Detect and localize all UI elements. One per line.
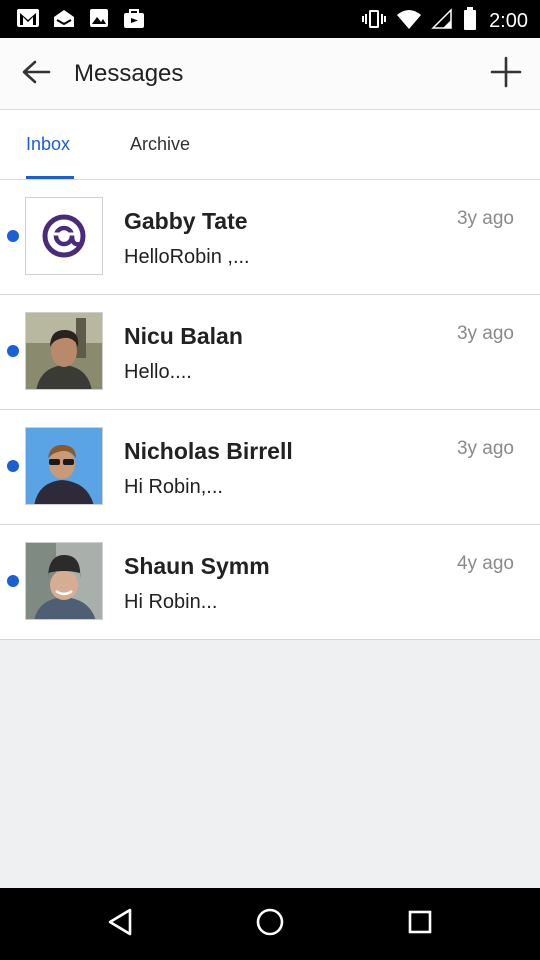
page-title: Messages: [74, 60, 184, 87]
inbox-icon: [52, 7, 76, 34]
bag-icon: [122, 7, 146, 34]
signal-icon: [431, 8, 453, 35]
plus-icon: [490, 56, 522, 93]
home-circle-icon: [255, 907, 285, 942]
tab-inbox[interactable]: Inbox: [26, 134, 70, 155]
sender-name: Nicholas Birrell: [124, 438, 293, 464]
nav-recents-button[interactable]: [402, 906, 438, 942]
message-time: 3y ago: [456, 438, 514, 459]
back-button[interactable]: [18, 58, 54, 90]
avatar: [25, 542, 103, 620]
notification-icons: [16, 7, 146, 34]
avatar: [25, 312, 103, 390]
clock-time: 2:00: [489, 10, 528, 32]
system-nav-bar: [0, 888, 540, 960]
unread-indicator: [7, 230, 19, 242]
nav-back-button[interactable]: [102, 906, 138, 942]
back-triangle-icon: [106, 907, 134, 942]
message-time: 3y ago: [456, 323, 514, 344]
unread-indicator: [7, 460, 19, 472]
message-row[interactable]: Nicholas Birrell Hi Robin,... 3y ago: [0, 410, 540, 525]
sender-name: Nicu Balan: [124, 323, 243, 349]
message-row[interactable]: Nicu Balan Hello.... 3y ago: [0, 295, 540, 410]
wifi-icon: [396, 8, 422, 35]
app-bar: Messages: [0, 38, 540, 110]
sender-name: Shaun Symm: [124, 553, 270, 579]
gallery-icon: [88, 7, 110, 34]
tab-bar: Inbox Archive: [0, 110, 540, 180]
avatar: [25, 197, 103, 275]
battery-icon: [462, 7, 478, 36]
message-time: 3y ago: [456, 208, 514, 229]
arrow-left-icon: [21, 59, 51, 90]
avatar: [25, 427, 103, 505]
message-preview: Hi Robin,...: [124, 476, 223, 498]
message-list: Gabby Tate HelloRobin ,... 3y ago Nicu B…: [0, 180, 540, 640]
unread-indicator: [7, 575, 19, 587]
recents-square-icon: [406, 908, 434, 941]
unread-indicator: [7, 345, 19, 357]
system-icons: 2:00: [361, 7, 528, 36]
message-preview: HelloRobin ,...: [124, 246, 250, 268]
vibrate-icon: [361, 8, 387, 35]
active-tab-indicator: [26, 176, 74, 179]
tab-archive[interactable]: Archive: [130, 134, 190, 155]
message-time: 4y ago: [456, 553, 514, 574]
status-bar: 2:00: [0, 0, 540, 38]
message-row[interactable]: Shaun Symm Hi Robin... 4y ago: [0, 525, 540, 640]
message-preview: Hi Robin...: [124, 591, 218, 613]
gmail-icon: [16, 7, 40, 34]
logo-avatar-icon: [26, 214, 102, 274]
new-message-button[interactable]: [488, 56, 524, 92]
message-row[interactable]: Gabby Tate HelloRobin ,... 3y ago: [0, 180, 540, 295]
nav-home-button[interactable]: [252, 906, 288, 942]
message-preview: Hello....: [124, 361, 192, 383]
sender-name: Gabby Tate: [124, 208, 248, 234]
